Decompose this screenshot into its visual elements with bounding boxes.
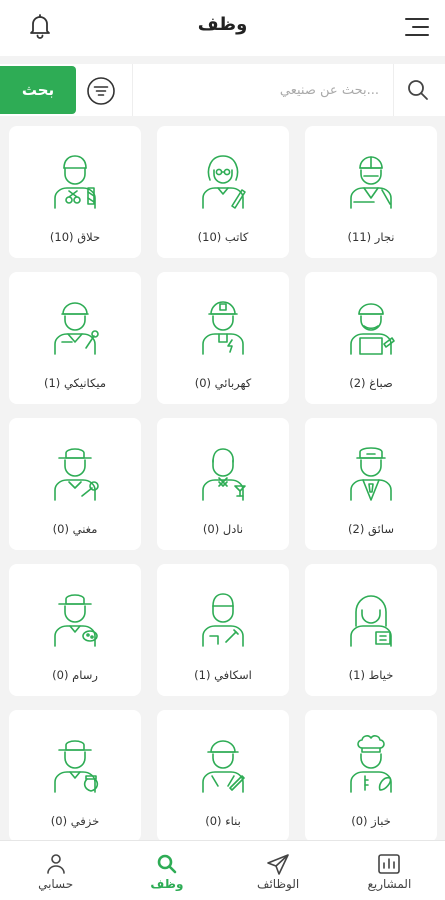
projects-icon	[378, 854, 401, 874]
nav-item-jobs[interactable]: الوظائف	[223, 841, 334, 900]
category-label: حلاق (10)	[49, 230, 101, 244]
search-icon[interactable]	[405, 77, 431, 103]
nav-item-account[interactable]: حسابي	[0, 841, 111, 900]
category-label: خياط (1)	[348, 668, 394, 682]
user-icon	[46, 854, 65, 874]
category-label: ميكانيكي (1)	[43, 376, 107, 390]
driver-icon	[350, 447, 392, 501]
app-header: وظف	[0, 0, 445, 56]
nav-label: وظف	[150, 877, 184, 891]
category-card-writer[interactable]: كاتب (10)	[157, 126, 289, 258]
category-label: نادل (0)	[202, 522, 244, 536]
category-label: كاتب (10)	[197, 230, 249, 244]
nav-item-projects[interactable]: المشاريع	[334, 841, 445, 900]
category-card-cobbler[interactable]: اسكافي (1)	[157, 564, 289, 696]
category-label: بناء (0)	[205, 814, 241, 828]
category-card-waiter[interactable]: نادل (0)	[157, 418, 289, 550]
category-card-mechanic[interactable]: ميكانيكي (1)	[9, 272, 141, 404]
search-bar: بحث	[0, 64, 445, 116]
category-card-singer[interactable]: مغني (0)	[9, 418, 141, 550]
search-icon	[157, 854, 177, 874]
category-label: صباغ (2)	[349, 376, 393, 390]
mechanic-icon	[54, 302, 99, 355]
electrician-icon	[202, 301, 244, 355]
menu-icon[interactable]	[403, 14, 431, 40]
nav-label: المشاريع	[367, 877, 412, 891]
category-card-painter[interactable]: صباغ (2)	[305, 272, 437, 404]
send-icon	[267, 854, 289, 875]
category-label: مغني (0)	[52, 522, 98, 536]
filter-icon[interactable]	[86, 76, 116, 106]
barber-icon	[54, 155, 96, 209]
search-input[interactable]	[132, 64, 394, 116]
category-card-baker[interactable]: خباز (0)	[305, 710, 437, 842]
category-card-tailor[interactable]: خياط (1)	[305, 564, 437, 696]
category-card-electrician[interactable]: كهربائي (0)	[157, 272, 289, 404]
cobbler-icon	[202, 593, 244, 647]
nav-label: الوظائف	[257, 877, 300, 891]
category-card-driver[interactable]: سائق (2)	[305, 418, 437, 550]
waiter-icon	[202, 448, 246, 501]
category-label: اسكافي (1)	[194, 668, 252, 682]
category-label: سائق (2)	[348, 522, 394, 536]
category-card-carpenter[interactable]: نجار (11)	[305, 126, 437, 258]
category-label: خزفي (0)	[50, 814, 100, 828]
page-title: وظف	[197, 14, 248, 35]
category-label: نجار (11)	[347, 230, 395, 244]
category-card-potter[interactable]: خزفي (0)	[9, 710, 141, 842]
search-button[interactable]: بحث	[0, 66, 76, 114]
potter-icon	[54, 740, 99, 793]
nav-label: حسابي	[38, 877, 74, 891]
nav-item-hire[interactable]: وظف	[111, 841, 222, 900]
bottom-nav: المشاريع الوظائف وظف حسابي	[0, 840, 445, 900]
builder-icon	[202, 740, 245, 793]
category-label: كهربائي (0)	[194, 376, 252, 390]
carpenter-icon	[350, 156, 392, 209]
writer-icon	[202, 155, 246, 209]
category-card-barber[interactable]: حلاق (10)	[9, 126, 141, 258]
category-grid: نجار (11) كاتب (10) حلاق (10) صباغ (2) ك…	[8, 126, 437, 842]
category-card-artist[interactable]: رسام (0)	[9, 564, 141, 696]
category-card-builder[interactable]: بناء (0)	[157, 710, 289, 842]
painter-icon	[350, 303, 395, 355]
category-label: رسام (0)	[52, 668, 98, 682]
artist-icon	[54, 594, 98, 647]
tailor-icon	[350, 595, 392, 647]
category-label: خباز (0)	[351, 814, 391, 828]
singer-icon	[54, 448, 99, 501]
baker-icon	[350, 735, 392, 793]
